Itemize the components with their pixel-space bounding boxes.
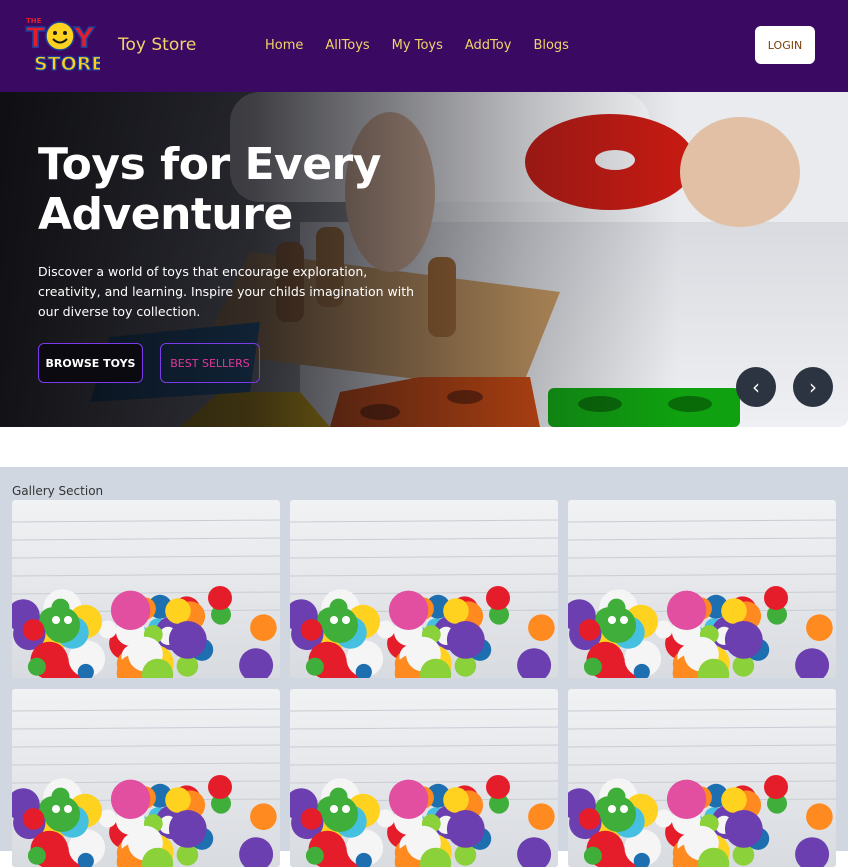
logo-text-toy: T xyxy=(26,21,45,54)
hero-carousel: Toys for Every Adventure Discover a worl… xyxy=(0,92,848,427)
brand-name[interactable]: Toy Store xyxy=(118,35,196,55)
nav-my-toys[interactable]: My Toys xyxy=(392,38,443,53)
gallery-card[interactable] xyxy=(568,500,836,678)
chevron-left-icon[interactable]: ‹ xyxy=(736,367,776,407)
plush-toys-photo xyxy=(12,689,280,867)
store-logo[interactable]: T Y STORE THE xyxy=(22,14,105,76)
browse-toys-button[interactable]: BROWSE TOYS xyxy=(38,343,143,383)
gallery-section: Gallery Section xyxy=(0,467,848,867)
plush-toys-photo xyxy=(290,500,558,678)
svg-text:THE: THE xyxy=(26,17,42,25)
gallery-card[interactable] xyxy=(568,689,836,867)
plush-toys-photo xyxy=(568,500,836,678)
gallery-card[interactable] xyxy=(290,689,558,867)
gallery-card[interactable] xyxy=(12,689,280,867)
nav-add-toy[interactable]: AddToy xyxy=(465,38,512,53)
nav-home[interactable]: Home xyxy=(265,38,303,53)
gallery-card[interactable] xyxy=(290,500,558,678)
best-sellers-button[interactable]: BEST SELLERS xyxy=(160,343,260,383)
nav-all-toys[interactable]: AllToys xyxy=(325,38,369,53)
chevron-right-icon[interactable]: › xyxy=(793,367,833,407)
plush-toys-photo xyxy=(12,500,280,678)
gallery-card[interactable] xyxy=(12,500,280,678)
main-nav: Home AllToys My Toys AddToy Blogs xyxy=(265,38,591,53)
plush-toys-photo xyxy=(568,689,836,867)
gallery-title: Gallery Section xyxy=(12,484,104,498)
login-button[interactable]: LOGIN xyxy=(755,26,815,64)
hero-title: Toys for Every Adventure xyxy=(38,139,381,240)
navbar: T Y STORE THE Toy Store Home AllToys My … xyxy=(0,0,848,92)
plush-toys-photo xyxy=(290,689,558,867)
svg-text:Y: Y xyxy=(73,21,95,54)
svg-text:STORE: STORE xyxy=(34,53,100,75)
smiley-face-icon xyxy=(45,21,75,51)
hero-description: Discover a world of toys that encourage … xyxy=(38,264,415,319)
nav-blogs[interactable]: Blogs xyxy=(533,38,569,53)
